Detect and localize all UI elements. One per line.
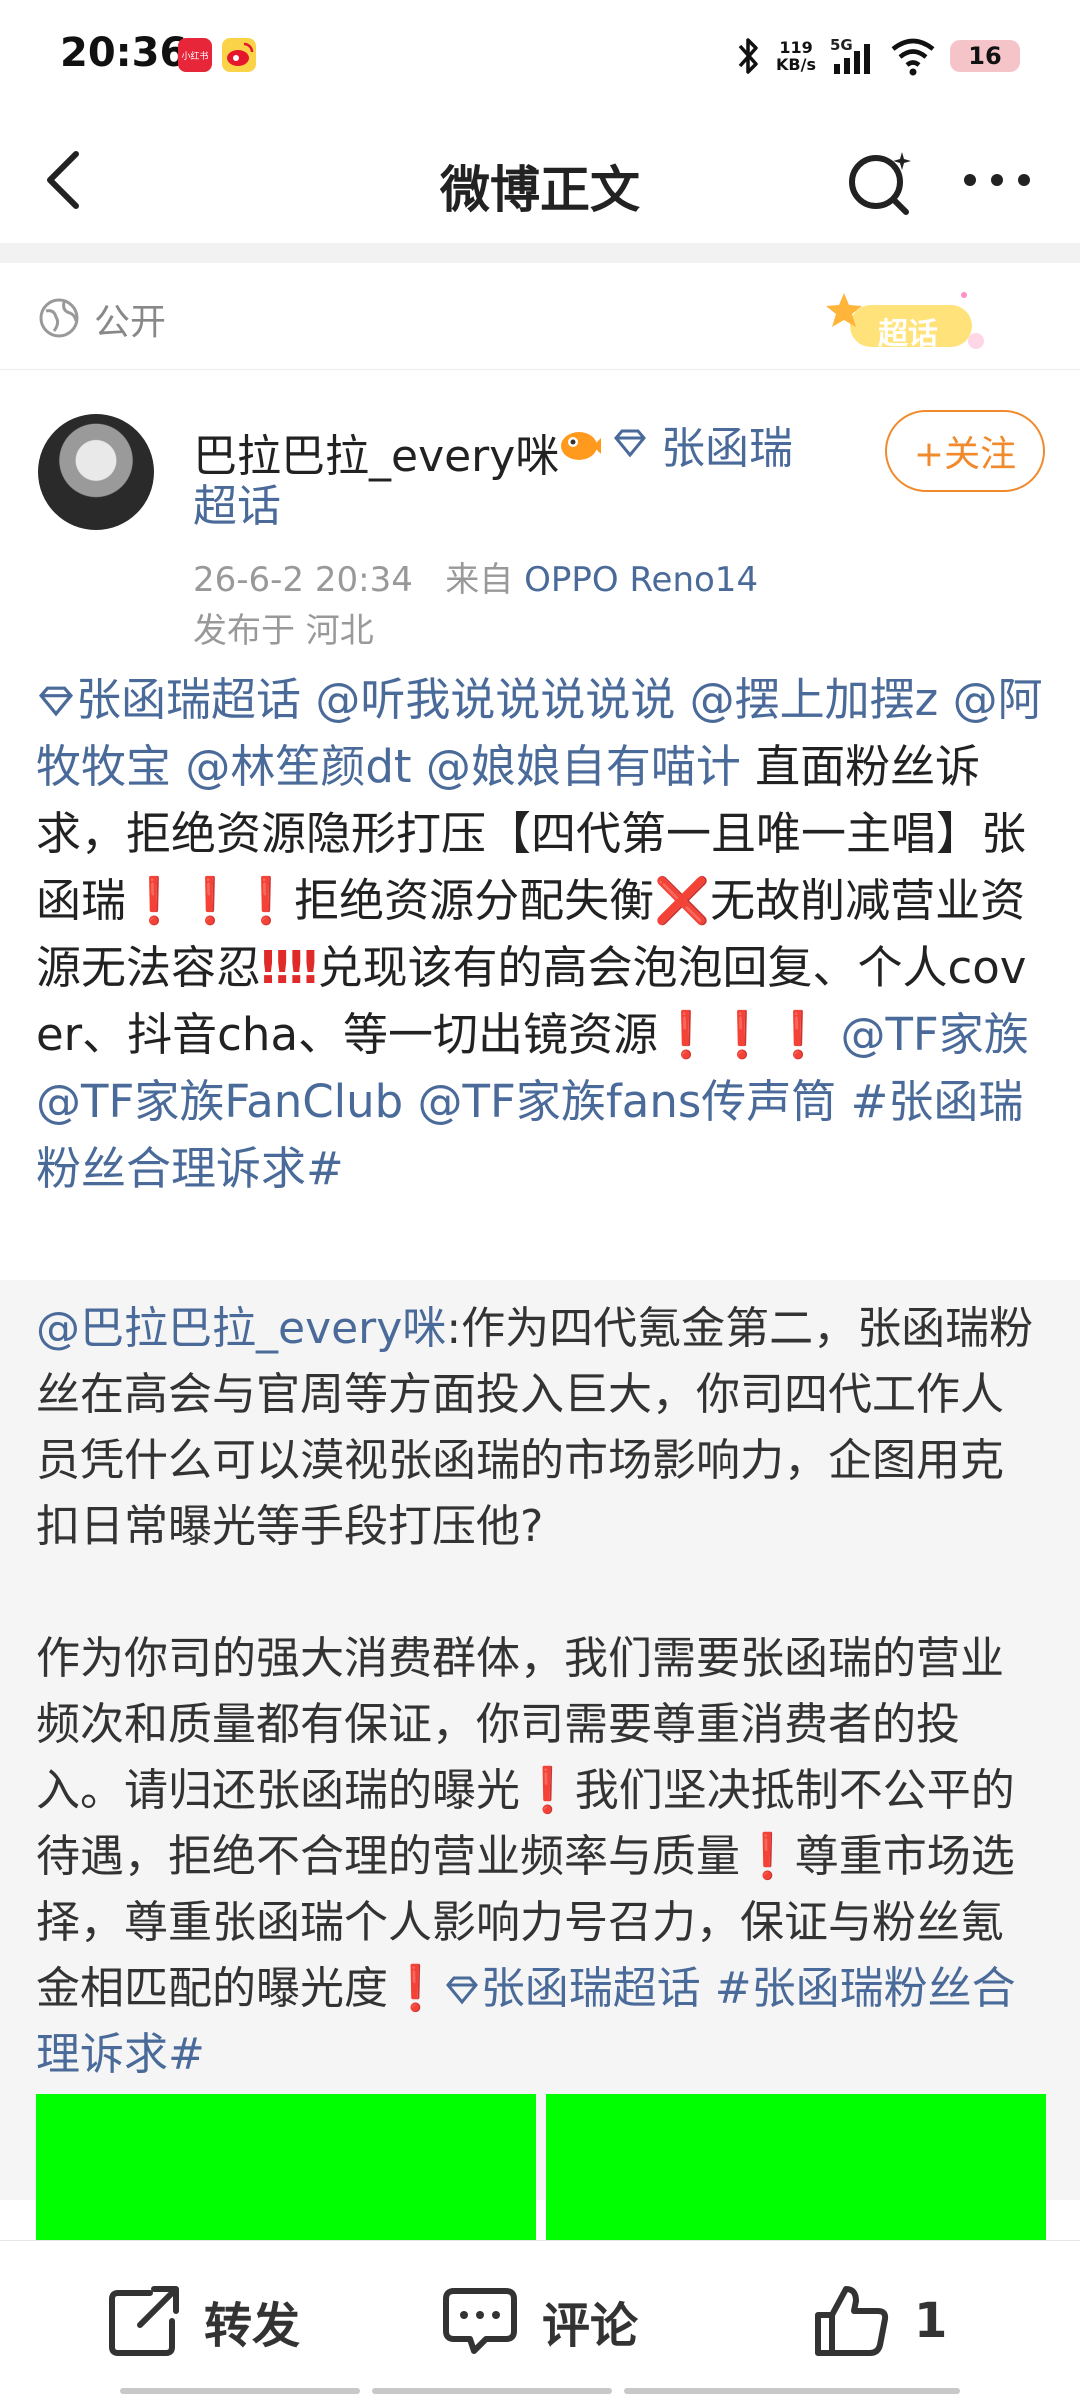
status-icons: 119 KB/s 5G 16 (734, 34, 1020, 78)
exclamation-icon: ❗❗❗ (126, 874, 295, 927)
weibo-icon (222, 38, 256, 72)
more-icon (964, 174, 1030, 186)
topic-link[interactable]: 张函瑞超话 (443, 1963, 701, 2014)
exclamation-icon: ❗❗❗ (658, 1008, 827, 1061)
comment-label: 评论 (542, 2298, 639, 2354)
topic-link[interactable]: 张函瑞超话 (36, 673, 301, 726)
follow-button[interactable]: +关注 (885, 410, 1045, 492)
cellular-signal-icon: 5G (830, 36, 876, 76)
wifi-icon (891, 38, 935, 76)
gesture-bar (120, 2388, 360, 2394)
like-button[interactable]: 1 (812, 2281, 947, 2361)
post-meta: 26-6-2 20:34 来自 OPPO Reno14 (193, 552, 758, 601)
avatar[interactable] (38, 414, 154, 530)
bluetooth-icon (738, 38, 758, 74)
section-divider (0, 243, 1080, 263)
supertopic-badge[interactable]: 超话 (824, 285, 994, 357)
page-title: 微博正文 (440, 161, 640, 219)
quoted-text: @巴拉巴拉_every咪:作为四代氪金第二，张函瑞粉丝在高会与官周等方面投入巨大… (36, 1296, 1046, 2088)
post-body: 张函瑞超话 @听我说说说说说 @摆上加摆z @阿牧牧宝 @林笙颜dt @娘娘自有… (36, 666, 1044, 1202)
thumbs-up-icon (815, 2286, 889, 2356)
post-time: 26-6-2 20:34 (193, 560, 413, 600)
gesture-bar (372, 2388, 612, 2394)
comment-icon (443, 2288, 517, 2354)
net-speed: 119 KB/s (776, 38, 816, 74)
diamond-icon (445, 1976, 478, 2005)
mention-link[interactable]: @摆上加摆z (690, 673, 939, 726)
supertopic-label: 超话 (878, 317, 938, 352)
exclamation-icon: ❗ (740, 1831, 795, 1882)
battery-indicator: 16 (950, 40, 1020, 72)
status-time: 20:36 (60, 30, 188, 76)
visibility-label: 公开 (94, 302, 167, 343)
more-button[interactable] (962, 170, 1032, 190)
visibility-row: 公开 超话 (0, 263, 1080, 370)
mention-link[interactable]: @林笙颜dt (185, 740, 411, 793)
diamond-icon (38, 686, 74, 717)
gesture-bar (624, 2388, 960, 2394)
source-prefix: 来自 (445, 560, 514, 600)
cross-icon: ❌ (654, 874, 711, 927)
comment-button[interactable]: 评论 (440, 2281, 638, 2361)
xiaohongshu-icon: 小红书 (178, 38, 212, 72)
repost-button[interactable]: 转发 (106, 2281, 300, 2361)
search-button[interactable] (846, 148, 916, 218)
repost-label: 转发 (204, 2298, 301, 2354)
exclamation-icon: ❗ (388, 1963, 443, 2014)
action-bar: 转发 评论 1 (0, 2240, 1080, 2400)
post-device[interactable]: OPPO Reno14 (524, 560, 758, 600)
globe-icon (39, 298, 79, 338)
post-text: 拒绝资源分配失衡 (294, 874, 655, 927)
quoted-post[interactable]: @巴拉巴拉_every咪:作为四代氪金第二，张函瑞粉丝在高会与官周等方面投入巨大… (0, 1280, 1080, 2284)
mention-link[interactable]: @娘娘自有喵计 (426, 740, 741, 793)
status-bar: 20:36 小红书 119 KB/s 5G 16 (0, 0, 1080, 110)
share-icon (109, 2286, 179, 2356)
mention-link[interactable]: @TF家族fans传声筒 (418, 1075, 837, 1128)
post-location: 发布于 河北 (193, 611, 374, 651)
search-icon (849, 152, 911, 215)
mention-link[interactable]: @听我说说说说说 (315, 673, 675, 726)
quoted-author-mention[interactable]: @巴拉巴拉_every咪 (36, 1303, 446, 1354)
double-exclamation-icon: ‼‼ (261, 941, 318, 994)
mention-link[interactable]: @TF家族FanClub (36, 1075, 403, 1128)
exclamation-icon: ❗ (520, 1765, 575, 1816)
like-count: 1 (914, 2293, 948, 2349)
mention-link[interactable]: @TF家族 (840, 1008, 1028, 1061)
xiaohongshu-label: 小红书 (181, 51, 209, 62)
author-topic-link[interactable]: 张函瑞超话 (193, 420, 833, 536)
